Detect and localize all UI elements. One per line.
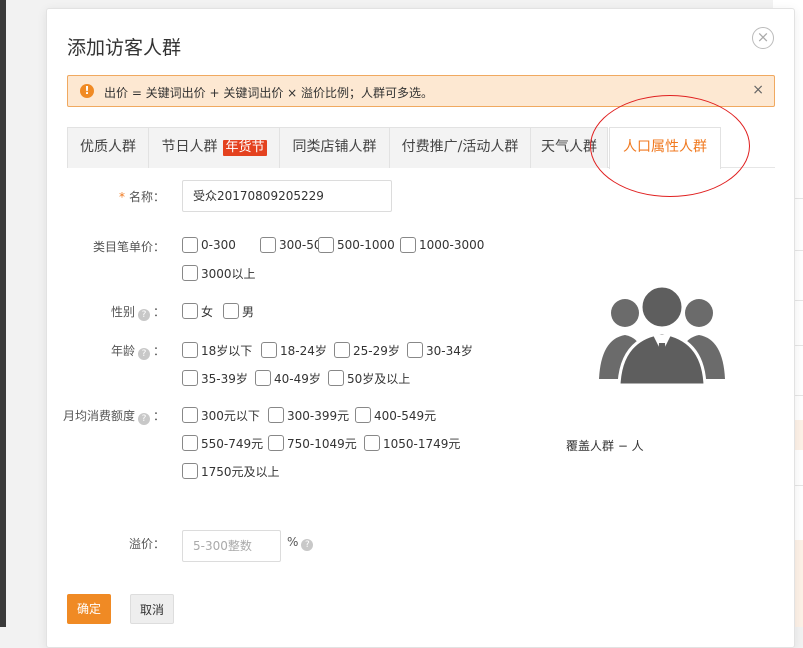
help-icon: ? bbox=[138, 309, 150, 321]
age-option-25-29[interactable]: 25-29岁 bbox=[334, 341, 400, 359]
spend-label: 月均消费额度?： bbox=[57, 407, 165, 425]
background-left-strip bbox=[0, 0, 6, 627]
coverage-text: 覆盖人群 − 人 bbox=[566, 437, 644, 454]
age-option-40-49[interactable]: 40-49岁 bbox=[255, 369, 321, 387]
close-icon[interactable]: × bbox=[752, 27, 774, 49]
gender-option-male[interactable]: 男 bbox=[223, 302, 254, 320]
age-label: 年龄?： bbox=[67, 342, 165, 360]
age-option-50-plus[interactable]: 50岁及以上 bbox=[328, 369, 410, 387]
premium-input[interactable]: 5-300整数 bbox=[182, 530, 281, 562]
help-icon: ? bbox=[301, 539, 313, 551]
spend-option-1750-plus[interactable]: 1750元及以上 bbox=[182, 462, 280, 480]
tab-bar: 优质人群 节日人群年货节 同类店铺人群 付费推广/活动人群 天气人群 人口属性人… bbox=[67, 127, 775, 168]
spend-option-300-399[interactable]: 300-399元 bbox=[268, 406, 349, 424]
price-option-0-300[interactable]: 0-300 bbox=[182, 236, 236, 254]
price-label: 类目笔单价： bbox=[67, 238, 165, 255]
gender-option-female[interactable]: 女 bbox=[182, 302, 213, 320]
add-visitor-group-dialog: 添加访客人群 × ! 出价 = 关键词出价 + 关键词出价 × 溢价比例；人群可… bbox=[46, 8, 795, 648]
notice-banner: ! 出价 = 关键词出价 + 关键词出价 × 溢价比例；人群可多选。 × bbox=[67, 75, 775, 107]
name-label: *名称： bbox=[117, 188, 165, 205]
price-option-3000-plus[interactable]: 3000以上 bbox=[182, 264, 256, 282]
holiday-badge: 年货节 bbox=[223, 140, 266, 156]
age-option-35-39[interactable]: 35-39岁 bbox=[182, 369, 248, 387]
tab-paid-promo[interactable]: 付费推广/活动人群 bbox=[389, 127, 531, 168]
spend-option-400-549[interactable]: 400-549元 bbox=[355, 406, 436, 424]
premium-unit: %? bbox=[287, 535, 316, 551]
warning-icon: ! bbox=[80, 84, 94, 98]
price-option-1000-3000[interactable]: 1000-3000 bbox=[400, 236, 484, 254]
help-icon: ? bbox=[138, 413, 150, 425]
premium-label: 溢价： bbox=[67, 535, 165, 552]
tab-demographics[interactable]: 人口属性人群 bbox=[609, 127, 721, 169]
age-option-30-34[interactable]: 30-34岁 bbox=[407, 341, 473, 359]
age-option-under-18[interactable]: 18岁以下 bbox=[182, 341, 252, 359]
spend-option-550-749[interactable]: 550-749元 bbox=[182, 434, 263, 452]
tab-weather[interactable]: 天气人群 bbox=[530, 127, 608, 168]
spend-option-under-300[interactable]: 300元以下 bbox=[182, 406, 260, 424]
name-input[interactable]: 受众20170809205229 bbox=[182, 180, 392, 212]
tab-holiday[interactable]: 节日人群年货节 bbox=[148, 127, 280, 168]
checkbox[interactable] bbox=[182, 237, 198, 253]
notice-close-icon[interactable]: × bbox=[752, 82, 764, 98]
notice-text: 出价 = 关键词出价 + 关键词出价 × 溢价比例；人群可多选。 bbox=[104, 84, 433, 101]
tab-quality[interactable]: 优质人群 bbox=[67, 127, 149, 168]
cancel-button[interactable]: 取消 bbox=[130, 594, 174, 624]
dialog-title: 添加访客人群 bbox=[67, 33, 181, 60]
gender-label: 性别?： bbox=[67, 303, 165, 321]
spend-option-750-1049[interactable]: 750-1049元 bbox=[268, 434, 357, 452]
price-option-500-1000[interactable]: 500-1000 bbox=[318, 236, 395, 254]
tab-similar-shop[interactable]: 同类店铺人群 bbox=[279, 127, 390, 168]
confirm-button[interactable]: 确定 bbox=[67, 594, 111, 624]
age-option-18-24[interactable]: 18-24岁 bbox=[261, 341, 327, 359]
help-icon: ? bbox=[138, 348, 150, 360]
spend-option-1050-1749[interactable]: 1050-1749元 bbox=[364, 434, 460, 452]
people-group-icon bbox=[597, 277, 727, 387]
